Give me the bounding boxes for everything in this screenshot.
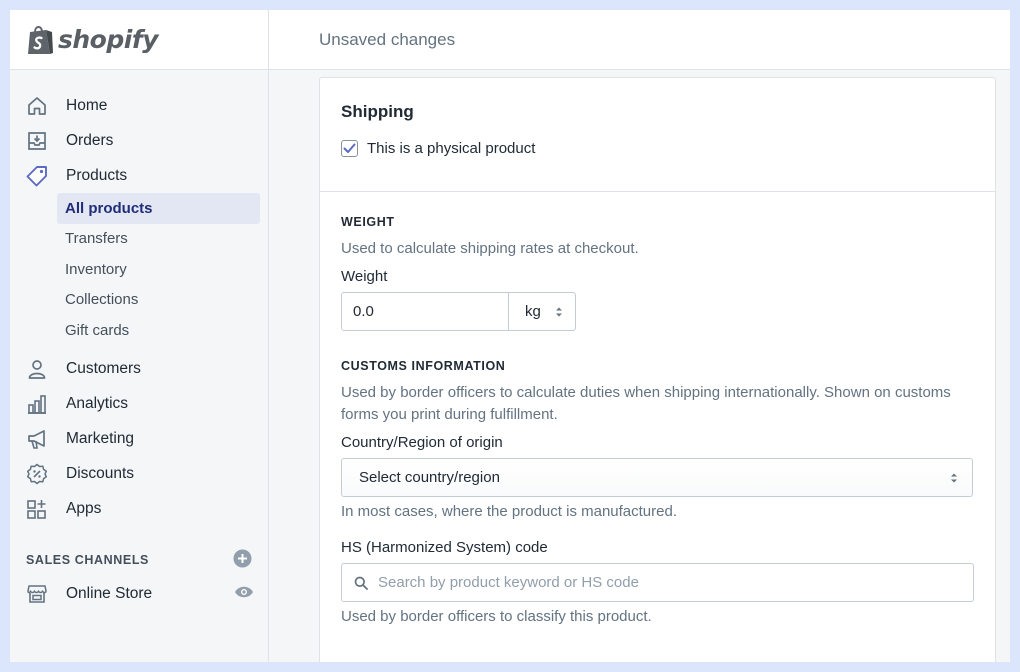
country-help-text: In most cases, where the product is manu… [341,503,677,520]
nav-item-label: Customers [66,360,141,377]
nav-item-label: Discounts [66,465,135,482]
nav-item-apps[interactable]: Apps [10,492,268,527]
weight-heading: WEIGHT [341,215,395,229]
physical-product-label: This is a physical product [367,140,536,157]
country-label: Country/Region of origin [341,434,503,451]
nav-item-analytics[interactable]: Analytics [10,387,268,422]
eye-icon[interactable] [234,585,254,604]
sales-channels-heading: SALES CHANNELS [26,552,149,567]
contextual-save-bar: Unsaved changes [269,10,1010,70]
country-region-select[interactable]: Select country/region [341,458,973,497]
nav-item-label: Home [66,96,108,114]
nav-item-label: Marketing [66,430,135,447]
nav-item-label: Products [66,166,128,184]
nav-item-marketing[interactable]: Marketing [10,422,268,457]
nav-item-products[interactable]: Products [10,158,268,193]
hs-code-help-text: Used by border officers to classify this… [341,608,652,625]
products-subnav: All products Transfers Inventory Collect… [10,193,268,346]
card-title: Shipping [341,102,414,121]
subnav-item-collections[interactable]: Collections [57,285,260,316]
search-icon [354,576,368,590]
weight-input[interactable] [341,292,509,331]
shopify-bag-icon [28,25,53,54]
main-nav: Home Orders Products All products Transf… [10,70,268,612]
nav-item-label: Analytics [66,395,129,412]
nav-item-label: Apps [66,500,102,517]
shipping-card: Shipping This is a physical product WEIG… [319,77,996,662]
bar-chart-icon [26,393,48,415]
megaphone-icon [26,428,48,450]
store-icon [26,583,48,605]
nav-item-home[interactable]: Home [10,88,268,123]
sidebar: shopify Home Orders Products All product… [10,10,269,662]
subnav-item-inventory[interactable]: Inventory [57,254,260,285]
person-icon [26,358,48,380]
nav-item-online-store[interactable]: Online Store [10,577,268,612]
unsaved-changes-title: Unsaved changes [319,29,456,49]
hs-code-label: HS (Harmonized System) code [341,539,548,556]
subnav-item-transfers[interactable]: Transfers [57,224,260,255]
checkmark-icon [343,143,356,153]
country-select-value: Select country/region [359,469,500,486]
orders-icon [26,130,48,152]
hs-code-search-field[interactable] [341,563,974,602]
nav-item-label: Orders [66,131,114,149]
nav-item-orders[interactable]: Orders [10,123,268,158]
apps-icon [26,498,48,520]
customs-help-text: Used by border officers to calculate dut… [341,384,951,423]
discount-icon [26,463,48,485]
app-frame: shopify Home Orders Products All product… [10,10,1010,662]
logo-bar: shopify [10,10,268,70]
shipping-details-section: WEIGHT Used to calculate shipping rates … [320,192,995,628]
tag-icon [26,165,48,187]
hs-code-search-input[interactable] [378,574,938,591]
subnav-item-gift-cards[interactable]: Gift cards [57,315,260,346]
brand-name: shopify [58,25,159,54]
plus-circle-icon[interactable] [233,549,252,571]
weight-unit-value: kg [525,303,541,320]
weight-input-group: kg [341,292,974,331]
physical-product-checkbox-row[interactable]: This is a physical product [341,140,974,157]
select-arrows-icon [950,472,958,484]
weight-help-text: Used to calculate shipping rates at chec… [341,240,639,257]
shipping-header-section: Shipping This is a physical product [320,78,995,192]
customs-heading: CUSTOMS INFORMATION [341,359,506,373]
online-store-link[interactable]: Online Store [26,583,152,605]
physical-product-checkbox[interactable] [341,140,358,157]
sales-channels-header: SALES CHANNELS [10,548,268,572]
nav-item-discounts[interactable]: Discounts [10,457,268,492]
weight-label: Weight [341,268,388,285]
weight-unit-select[interactable]: kg [509,292,576,331]
nav-item-customers[interactable]: Customers [10,352,268,387]
select-arrows-icon [555,306,563,318]
home-icon [26,95,48,117]
online-store-label: Online Store [66,585,153,602]
subnav-item-all-products[interactable]: All products [57,193,260,224]
